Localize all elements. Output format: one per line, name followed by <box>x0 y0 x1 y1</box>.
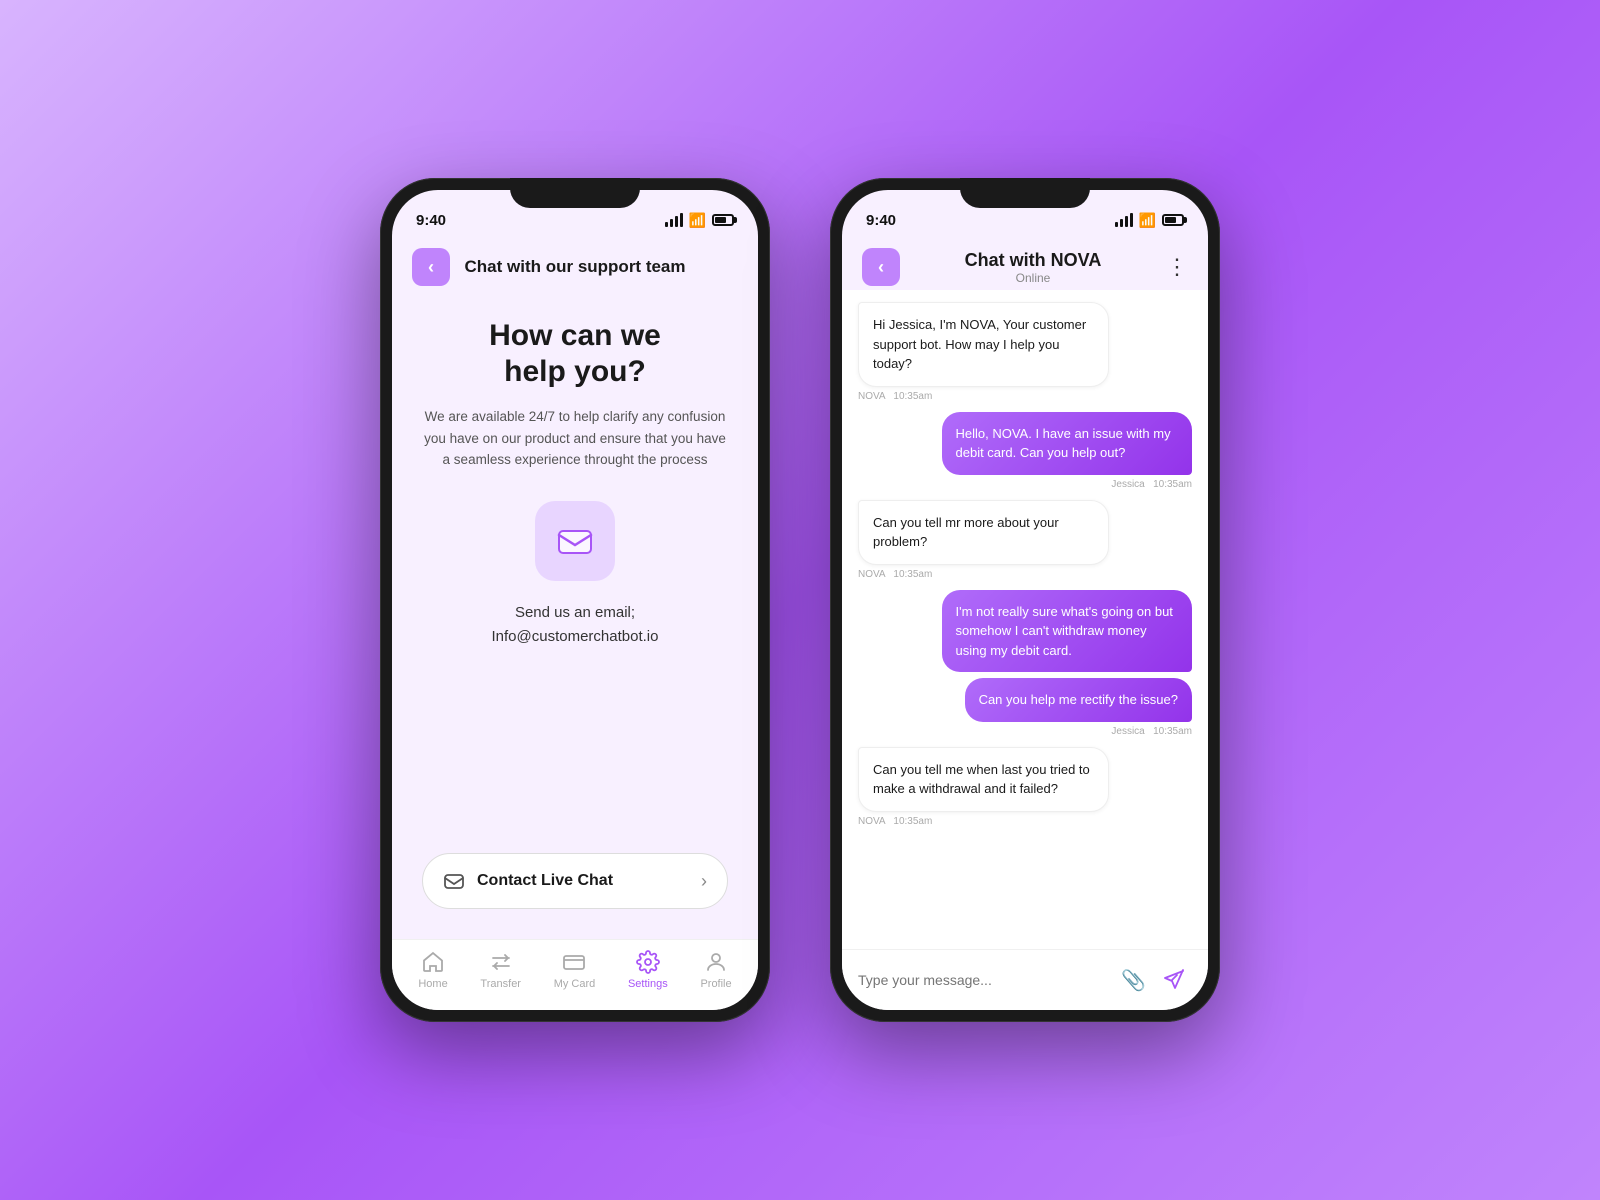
user-bubble-2b: Can you help me rectify the issue? <box>965 678 1192 722</box>
phone1-content: How can wehelp you? We are available 24/… <box>392 298 758 939</box>
help-description: We are available 24/7 to help clarify an… <box>422 406 728 471</box>
nav-label-mycard: My Card <box>554 978 596 990</box>
signal-icon-2 <box>1115 213 1133 227</box>
nav-item-mycard[interactable]: My Card <box>554 950 596 990</box>
phone2-screen: 9:40 📶 ‹ Chat with NOVA Online <box>842 190 1208 1010</box>
status-time-1: 9:40 <box>416 212 446 229</box>
battery-icon-1 <box>712 214 734 226</box>
bot-bubble-1: Hi Jessica, I'm NOVA, Your customer supp… <box>858 302 1109 387</box>
user-meta-2: Jessica 10:35am <box>1111 726 1192 737</box>
chat-area[interactable]: Hi Jessica, I'm NOVA, Your customer supp… <box>842 290 1208 949</box>
nav-item-profile[interactable]: Profile <box>700 950 731 990</box>
bot-bubble-2: Can you tell mr more about your problem? <box>858 500 1109 565</box>
phone2-header-center: Chat with NOVA Online <box>900 250 1166 285</box>
status-time-2: 9:40 <box>866 212 896 229</box>
nav-label-transfer: Transfer <box>480 978 521 990</box>
settings-icon <box>636 950 660 974</box>
user-text-1: Hello, NOVA. I have an issue with my deb… <box>956 426 1171 461</box>
chat-input-area: 📎 <box>842 949 1208 1010</box>
contact-live-chat-button[interactable]: Contact Live Chat › <box>422 853 728 909</box>
email-icon <box>555 521 595 561</box>
send-button[interactable] <box>1156 962 1192 998</box>
message-row-5: Can you tell me when last you tried to m… <box>858 747 1192 827</box>
bot-text-1: Hi Jessica, I'm NOVA, Your customer supp… <box>873 317 1086 371</box>
bot-meta-1: NOVA 10:35am <box>858 391 932 402</box>
message-input[interactable] <box>858 972 1111 988</box>
profile-icon <box>704 950 728 974</box>
status-icons-1: 📶 <box>665 212 734 229</box>
phone2-header: ‹ Chat with NOVA Online ⋮ <box>842 240 1208 290</box>
send-arrow-icon <box>1163 969 1185 991</box>
phone-2: 9:40 📶 ‹ Chat with NOVA Online <box>830 178 1220 1022</box>
contact-chat-label: Contact Live Chat <box>477 872 613 890</box>
user-bubble-group: I'm not really sure what's going on but … <box>858 590 1192 722</box>
notch-1 <box>510 178 640 208</box>
bottom-nav: Home Transfer My Card <box>392 939 758 1010</box>
transfer-icon <box>489 950 513 974</box>
nav-item-home[interactable]: Home <box>418 950 447 990</box>
message-row-4: I'm not really sure what's going on but … <box>858 590 1192 737</box>
signal-icon-1 <box>665 213 683 227</box>
phone1-header: ‹ Chat with our support team <box>392 240 758 298</box>
bot-bubble-3: Can you tell me when last you tried to m… <box>858 747 1109 812</box>
home-icon <box>421 950 445 974</box>
nav-item-transfer[interactable]: Transfer <box>480 950 521 990</box>
wifi-icon-2: 📶 <box>1139 212 1156 229</box>
contact-chat-btn-inner: Contact Live Chat <box>443 870 613 892</box>
online-status: Online <box>1016 271 1051 285</box>
back-button-2[interactable]: ‹ <box>862 248 900 286</box>
more-options-button[interactable]: ⋮ <box>1166 254 1188 280</box>
bot-text-3: Can you tell me when last you tried to m… <box>873 762 1090 797</box>
send-email-label: Send us an email; <box>492 601 659 625</box>
bot-meta-2: NOVA 10:35am <box>858 569 932 580</box>
phone-1: 9:40 📶 ‹ Chat with our support team <box>380 178 770 1022</box>
message-row-3: Can you tell mr more about your problem?… <box>858 500 1192 580</box>
phone1-screen: 9:40 📶 ‹ Chat with our support team <box>392 190 758 1010</box>
notch-2 <box>960 178 1090 208</box>
user-meta-1: Jessica 10:35am <box>1111 479 1192 490</box>
chat-envelope-icon <box>443 870 465 892</box>
user-bubble-2a: I'm not really sure what's going on but … <box>942 590 1193 673</box>
email-address: Info@customerchatbot.io <box>492 625 659 649</box>
status-icons-2: 📶 <box>1115 212 1184 229</box>
phones-container: 9:40 📶 ‹ Chat with our support team <box>380 178 1220 1022</box>
user-text-2a: I'm not really sure what's going on but … <box>956 604 1173 658</box>
nav-label-settings: Settings <box>628 978 668 990</box>
attachment-icon[interactable]: 📎 <box>1121 968 1146 993</box>
nav-label-home: Home <box>418 978 447 990</box>
card-icon <box>562 950 586 974</box>
nav-label-profile: Profile <box>700 978 731 990</box>
user-text-2b: Can you help me rectify the issue? <box>979 692 1178 707</box>
user-bubble-1: Hello, NOVA. I have an issue with my deb… <box>942 412 1193 475</box>
phone1-title: Chat with our support team <box>450 257 700 277</box>
email-icon-wrapper <box>535 501 615 581</box>
chevron-right-icon: › <box>701 871 707 892</box>
phone2-title: Chat with NOVA <box>965 250 1102 271</box>
nav-item-settings[interactable]: Settings <box>628 950 668 990</box>
bot-meta-3: NOVA 10:35am <box>858 816 932 827</box>
help-title: How can wehelp you? <box>489 318 661 390</box>
battery-icon-2 <box>1162 214 1184 226</box>
message-row-1: Hi Jessica, I'm NOVA, Your customer supp… <box>858 302 1192 402</box>
send-email-section: Send us an email; Info@customerchatbot.i… <box>492 601 659 649</box>
bot-text-2: Can you tell mr more about your problem? <box>873 515 1059 550</box>
wifi-icon-1: 📶 <box>689 212 706 229</box>
message-row-2: Hello, NOVA. I have an issue with my deb… <box>858 412 1192 490</box>
back-button-1[interactable]: ‹ <box>412 248 450 286</box>
